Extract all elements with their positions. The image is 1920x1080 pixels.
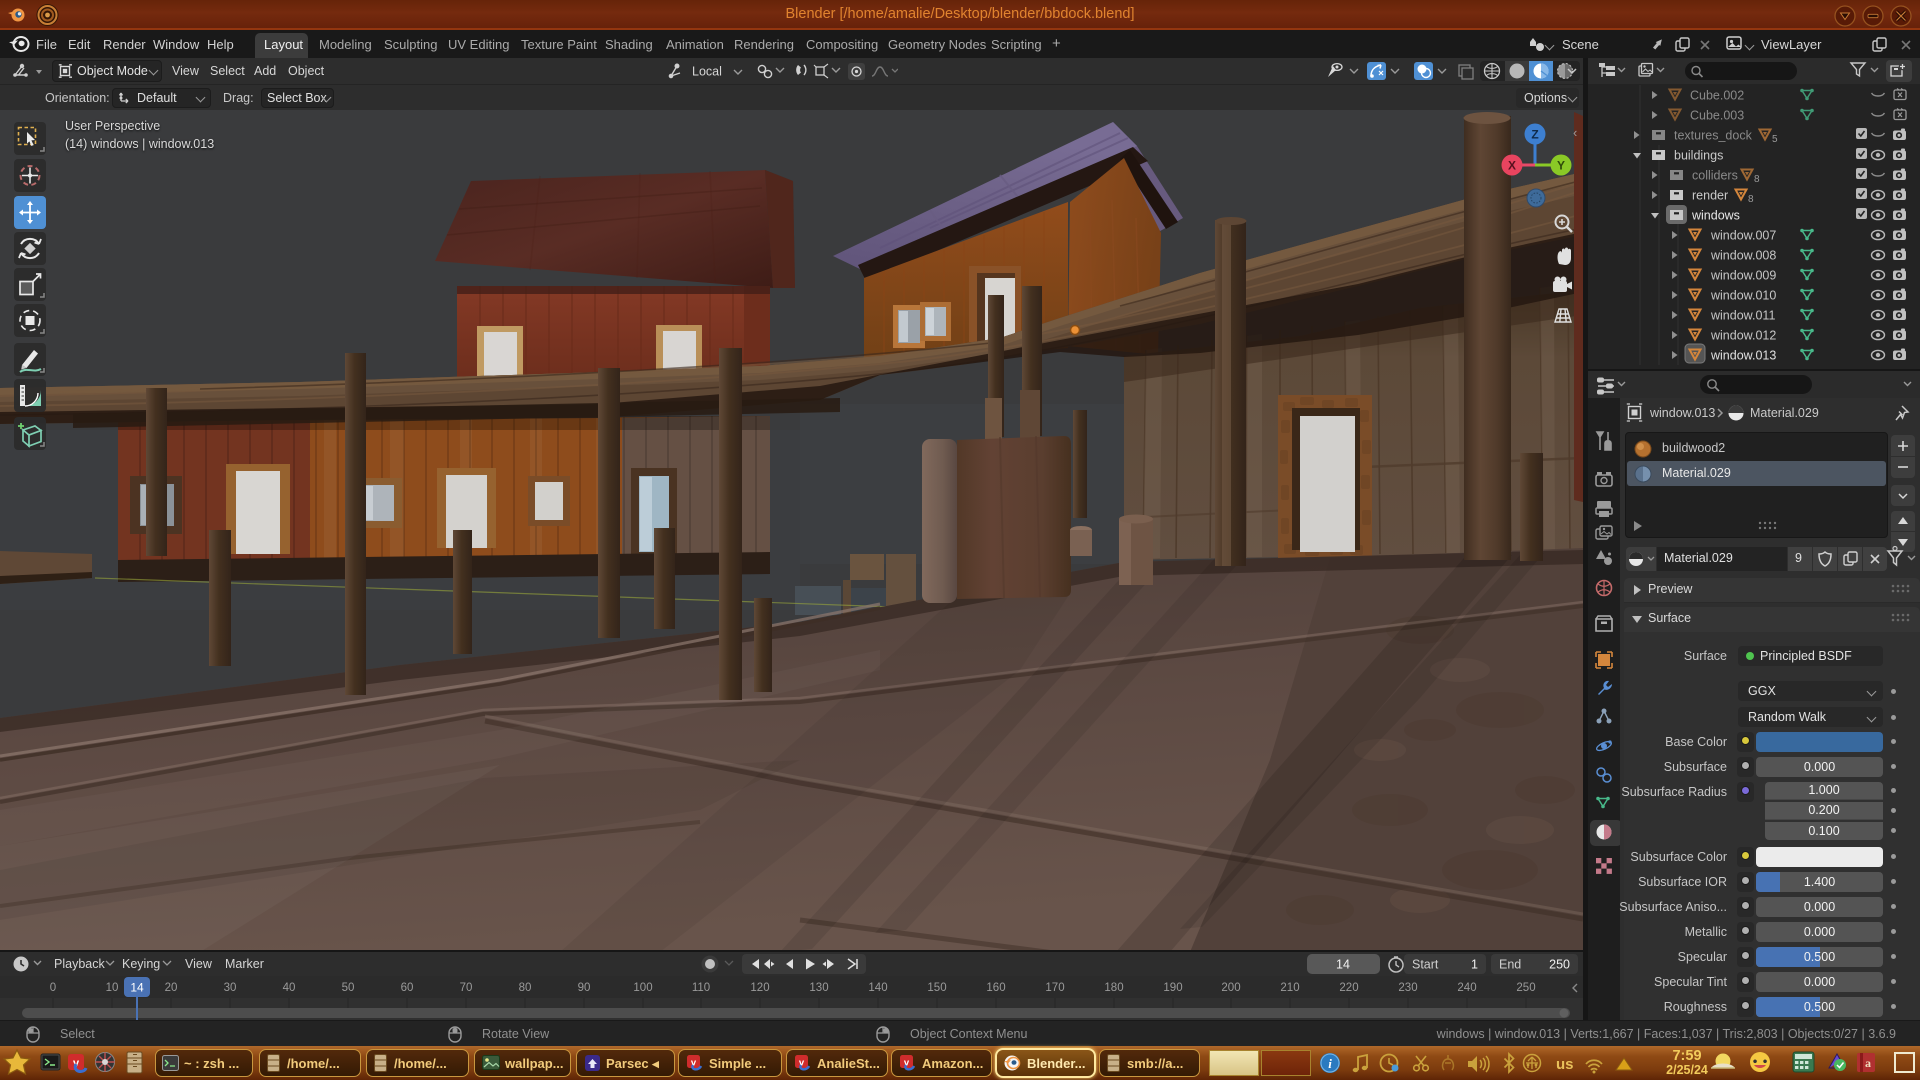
- svg-text:90: 90: [578, 982, 591, 994]
- svg-text:80: 80: [519, 982, 532, 994]
- svg-text:0: 0: [50, 982, 56, 994]
- svg-text:a: a: [1865, 1056, 1871, 1070]
- svg-text:180: 180: [1104, 982, 1123, 994]
- svg-text:110: 110: [692, 982, 710, 994]
- svg-text:window.009: window.009: [1710, 269, 1776, 283]
- svg-text:colliders: colliders: [1692, 169, 1738, 183]
- svg-text:14: 14: [1336, 958, 1350, 972]
- svg-text:160: 160: [986, 982, 1005, 994]
- svg-text:14: 14: [130, 981, 144, 995]
- svg-text:240: 240: [1457, 982, 1476, 994]
- svg-text:i: i: [1328, 1056, 1332, 1071]
- svg-text:window.011: window.011: [1710, 309, 1775, 323]
- svg-text:window.008: window.008: [1710, 249, 1776, 263]
- svg-text:230: 230: [1398, 982, 1417, 994]
- svg-text:150: 150: [927, 982, 946, 994]
- svg-text:Playback: Playback: [54, 957, 105, 971]
- svg-text:Cube.002: Cube.002: [1690, 89, 1744, 103]
- svg-text:window.012: window.012: [1710, 329, 1776, 343]
- svg-text:8: 8: [1748, 194, 1754, 205]
- svg-text:8: 8: [1754, 174, 1760, 185]
- svg-text:Marker: Marker: [225, 957, 264, 971]
- svg-text:window.013: window.013: [1649, 406, 1715, 420]
- svg-text:40: 40: [283, 982, 296, 994]
- svg-text:250: 250: [1549, 958, 1570, 972]
- svg-text:buildings: buildings: [1674, 149, 1723, 163]
- svg-text:window.013: window.013: [1710, 349, 1776, 363]
- svg-text:30: 30: [224, 982, 237, 994]
- svg-text:Y: Y: [1557, 159, 1565, 173]
- svg-text:10: 10: [106, 982, 119, 994]
- svg-text:250: 250: [1516, 982, 1535, 994]
- svg-text:50: 50: [342, 982, 355, 994]
- svg-text:60: 60: [401, 982, 414, 994]
- svg-text:us: us: [1556, 1056, 1574, 1073]
- svg-text:window.007: window.007: [1710, 229, 1776, 243]
- svg-text:windows: windows: [1691, 209, 1740, 223]
- svg-text:200: 200: [1221, 982, 1240, 994]
- svg-text:Cube.003: Cube.003: [1690, 109, 1744, 123]
- svg-text:140: 140: [868, 982, 887, 994]
- svg-text:window.010: window.010: [1710, 289, 1776, 303]
- svg-text:Start: Start: [1412, 958, 1439, 972]
- svg-text:100: 100: [633, 982, 652, 994]
- svg-text:20: 20: [165, 982, 178, 994]
- svg-text:70: 70: [460, 982, 473, 994]
- svg-text:5: 5: [1772, 134, 1778, 145]
- svg-text:View: View: [185, 957, 213, 971]
- svg-text:220: 220: [1339, 982, 1358, 994]
- svg-text:Z: Z: [1531, 128, 1538, 142]
- svg-text:130: 130: [809, 982, 828, 994]
- svg-text:190: 190: [1163, 982, 1182, 994]
- svg-text:Local: Local: [692, 65, 722, 79]
- svg-text:render: render: [1692, 189, 1728, 203]
- svg-text:X: X: [1508, 159, 1516, 173]
- svg-text:Material.029: Material.029: [1750, 406, 1819, 420]
- svg-text:170: 170: [1045, 982, 1064, 994]
- svg-text:Keying: Keying: [122, 957, 160, 971]
- svg-text:End: End: [1499, 958, 1521, 972]
- svg-text:120: 120: [750, 982, 769, 994]
- svg-text:textures_dock: textures_dock: [1674, 129, 1753, 143]
- svg-text:1: 1: [1471, 958, 1478, 972]
- svg-text:210: 210: [1280, 982, 1299, 994]
